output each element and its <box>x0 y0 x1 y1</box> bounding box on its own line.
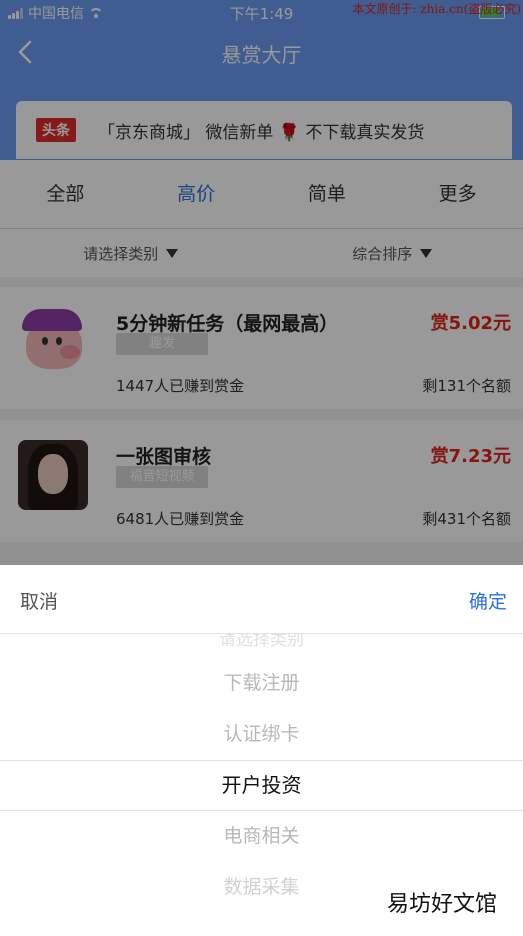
picker-option[interactable]: 下载注册 <box>0 658 523 708</box>
watermark-bottom: 易坊好文馆 <box>386 892 497 917</box>
picker-toolbar: 取消 确定 <box>0 565 523 634</box>
picker-option-selected[interactable]: 开户投资 <box>0 760 523 810</box>
cancel-button[interactable]: 取消 <box>20 587 58 614</box>
picker-option[interactable]: 认证绑卡 <box>0 709 523 759</box>
confirm-button[interactable]: 确定 <box>469 587 507 614</box>
picker-option[interactable]: 电商相关 <box>0 811 523 861</box>
category-picker-sheet: 取消 确定 请选择类别 下载注册 认证绑卡 开户投资 电商相关 数据采集 <box>0 565 523 936</box>
